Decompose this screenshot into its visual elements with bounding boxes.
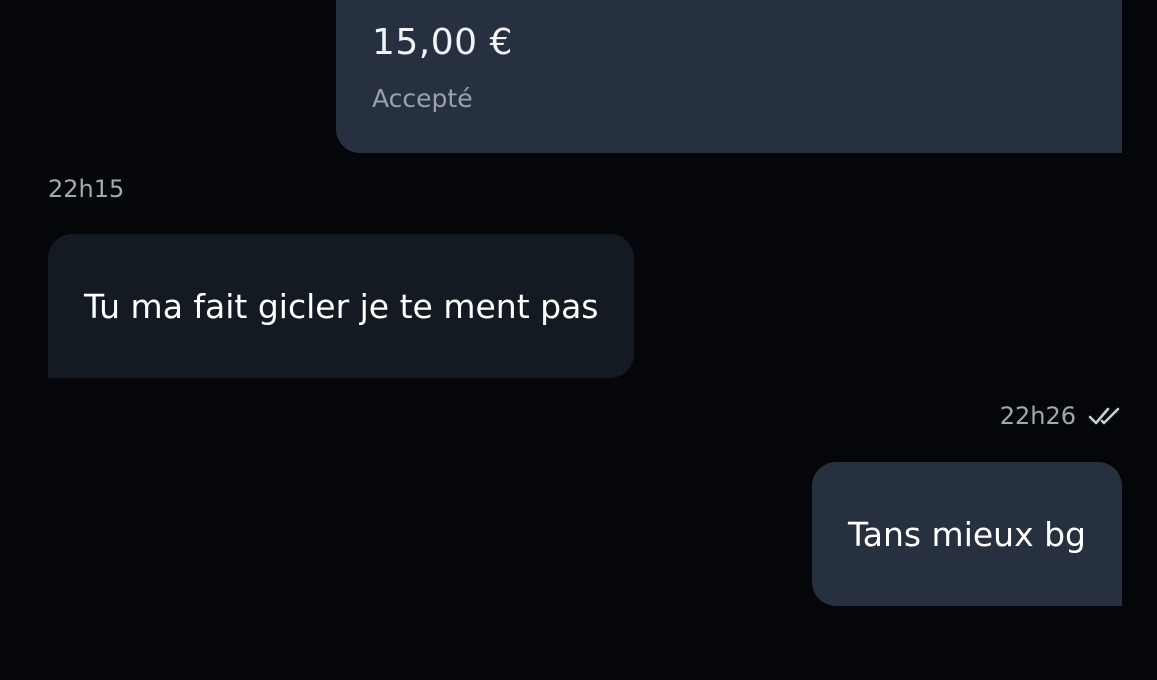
outgoing-message-text: Tans mieux bg — [848, 514, 1086, 554]
incoming-message-bubble[interactable]: Tu ma fait gicler je te ment pas — [48, 234, 635, 378]
outgoing-timestamp: 22h26 — [999, 402, 1076, 430]
incoming-message-text: Tu ma fait gicler je te ment pas — [84, 286, 599, 326]
double-check-icon — [1088, 405, 1122, 427]
incoming-timestamp: 22h15 — [48, 175, 125, 203]
payment-status: Accepté — [372, 84, 473, 113]
outgoing-message-bubble[interactable]: Tans mieux bg — [812, 462, 1122, 606]
chat-thread: 15,00 € Accepté 22h15 Tu ma fait gicler … — [0, 0, 1157, 680]
payment-message-bubble[interactable]: 15,00 € Accepté — [336, 0, 1122, 153]
payment-amount: 15,00 € — [372, 22, 513, 63]
outgoing-message-meta: 22h26 — [1000, 402, 1122, 430]
